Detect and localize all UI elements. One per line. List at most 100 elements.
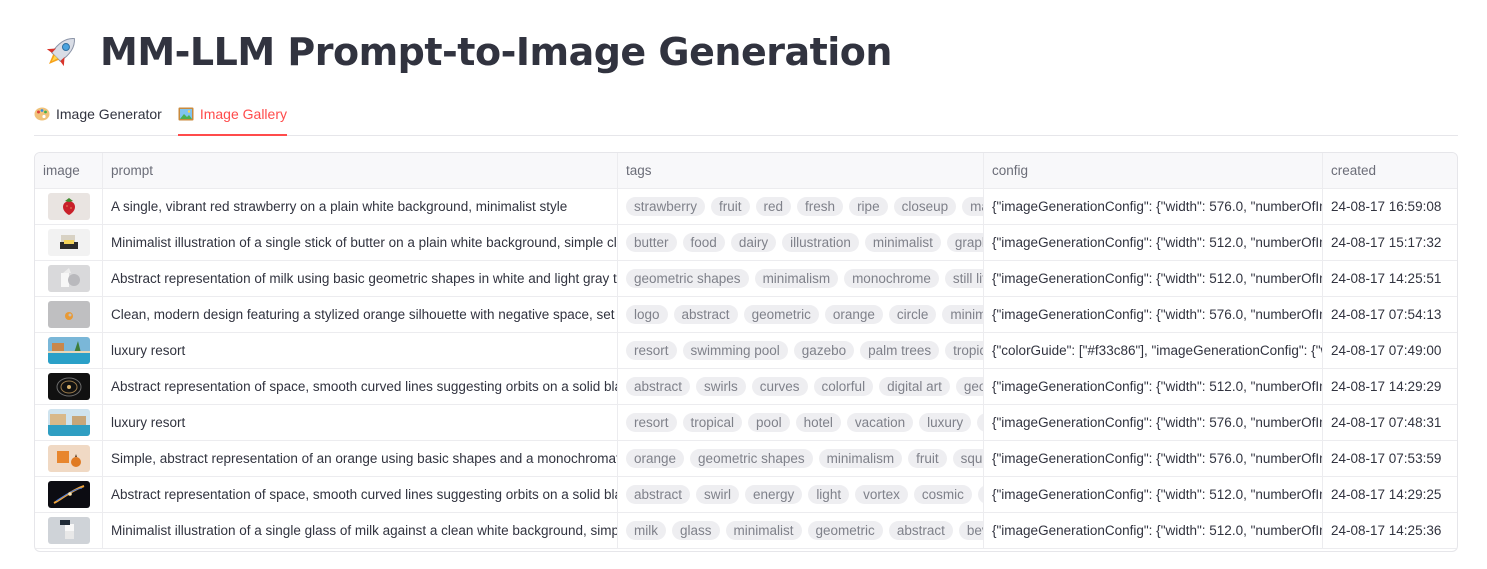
tag-pill: minimalism	[754, 269, 839, 288]
image-cell[interactable]	[35, 297, 103, 332]
tag-pill: abstract	[626, 377, 691, 396]
tag-pill: swirl	[696, 485, 740, 504]
config-cell[interactable]: {"imageGenerationConfig": {"width": 512.…	[984, 513, 1323, 548]
tab-label: Image Generator	[56, 106, 162, 122]
tag-pill: minimalist	[864, 233, 941, 252]
milk-glass-thumbnail	[47, 517, 90, 544]
created-cell[interactable]: 24-08-17 14:25:51	[1323, 261, 1457, 296]
tag-pill: dairy	[730, 233, 777, 252]
image-cell[interactable]	[35, 441, 103, 476]
tag-pill: fruit	[908, 449, 947, 468]
config-cell[interactable]: {"imageGenerationConfig": {"width": 576.…	[984, 297, 1323, 332]
prompt-cell[interactable]: Abstract representation of space, smooth…	[103, 369, 618, 404]
config-cell[interactable]: {"imageGenerationConfig": {"width": 512.…	[984, 369, 1323, 404]
tag-pill: resort	[626, 341, 677, 360]
tags-cell[interactable]: logo abstract geometric orange circle minima	[618, 297, 984, 332]
tag-pill: tropica	[945, 341, 983, 360]
column-header-config[interactable]: config	[984, 153, 1323, 188]
config-cell[interactable]: {"imageGenerationConfig": {"width": 512.…	[984, 477, 1323, 512]
gallery-table[interactable]: image prompt tags config created A singl…	[34, 152, 1458, 552]
tag-pill: cosmic	[913, 485, 972, 504]
prompt-cell[interactable]: Abstract representation of space, smooth…	[103, 477, 618, 512]
config-cell[interactable]: {"imageGenerationConfig": {"width": 576.…	[984, 189, 1323, 224]
tags-cell[interactable]: butter food dairy illustration minimalist gra…	[618, 225, 984, 260]
butter-thumbnail	[47, 229, 90, 256]
tag-pill: glass	[672, 521, 720, 540]
tag-pill: luxury	[919, 413, 972, 432]
created-cell[interactable]: 24-08-17 16:59:08	[1323, 189, 1457, 224]
table-row[interactable]: Simple, abstract representation of an or…	[35, 441, 1457, 477]
config-cell[interactable]: {"imageGenerationConfig": {"width": 576.…	[984, 441, 1323, 476]
image-cell[interactable]	[35, 477, 103, 512]
tag-pill: milk	[626, 521, 666, 540]
tag-pill: circle	[888, 305, 937, 324]
image-cell[interactable]	[35, 405, 103, 440]
table-row[interactable]: Abstract representation of milk using ba…	[35, 261, 1457, 297]
tag-pill: logo	[626, 305, 668, 324]
created-cell[interactable]: 24-08-17 15:17:32	[1323, 225, 1457, 260]
table-row[interactable]: Minimalist illustration of a single stic…	[35, 225, 1457, 261]
created-cell[interactable]: 24-08-17 14:29:25	[1323, 477, 1457, 512]
tag-pill: red	[755, 197, 792, 216]
tag-pill: mac	[962, 197, 983, 216]
table-row[interactable]: Abstract representation of space, smooth…	[35, 369, 1457, 405]
image-cell[interactable]	[35, 225, 103, 260]
image-cell[interactable]	[35, 261, 103, 296]
prompt-cell[interactable]: luxury resort	[103, 405, 618, 440]
tags-cell[interactable]: milk glass minimalist geometric abstract beve	[618, 513, 984, 548]
created-cell[interactable]: 24-08-17 07:48:31	[1323, 405, 1457, 440]
table-row[interactable]: Minimalist illustration of a single glas…	[35, 513, 1457, 549]
table-row[interactable]: Clean, modern design featuring a stylize…	[35, 297, 1457, 333]
image-cell[interactable]	[35, 333, 103, 368]
tags-cell[interactable]: orange geometric shapes minimalism fruit squ…	[618, 441, 984, 476]
created-cell[interactable]: 24-08-17 14:29:29	[1323, 369, 1457, 404]
prompt-cell[interactable]: Clean, modern design featuring a stylize…	[103, 297, 618, 332]
created-cell[interactable]: 24-08-17 07:49:00	[1323, 333, 1457, 368]
tag-pill: illustration	[782, 233, 859, 252]
prompt-cell[interactable]: Minimalist illustration of a single stic…	[103, 225, 618, 260]
tags-cell[interactable]: abstract swirls curves colorful digital art g…	[618, 369, 984, 404]
prompt-cell[interactable]: Minimalist illustration of a single glas…	[103, 513, 618, 548]
tags-cell[interactable]: resort tropical pool hotel vacation luxuryp	[618, 405, 984, 440]
tags-cell[interactable]: strawberry fruit red fresh ripe closeup mac	[618, 189, 984, 224]
image-cell[interactable]	[35, 189, 103, 224]
rocket-icon	[38, 29, 84, 75]
prompt-cell[interactable]: luxury resort	[103, 333, 618, 368]
column-header-created[interactable]: created	[1323, 153, 1457, 188]
image-cell[interactable]	[35, 513, 103, 548]
tags-cell[interactable]: resort swimming pool gazebo palm trees tropi…	[618, 333, 984, 368]
created-cell[interactable]: 24-08-17 07:53:59	[1323, 441, 1457, 476]
config-cell[interactable]: {"imageGenerationConfig": {"width": 512.…	[984, 225, 1323, 260]
column-header-prompt[interactable]: prompt	[103, 153, 618, 188]
tab-label: Image Gallery	[199, 106, 287, 122]
created-cell[interactable]: 24-08-17 07:54:13	[1323, 297, 1457, 332]
column-header-image[interactable]: image	[35, 153, 103, 188]
prompt-cell[interactable]: Simple, abstract representation of an or…	[103, 441, 618, 476]
framed-picture-icon	[178, 107, 194, 121]
tag-pill: graph	[946, 233, 983, 252]
table-row[interactable]: luxury resort resort tropical pool hotel vaca…	[35, 405, 1457, 441]
table-row[interactable]: Abstract representation of space, smooth…	[35, 477, 1457, 513]
table-row[interactable]: luxury resort resort swimming pool gazebo pa…	[35, 333, 1457, 369]
prompt-cell[interactable]: A single, vibrant red strawberry on a pl…	[103, 189, 618, 224]
tab-image-gallery[interactable]: Image Gallery	[177, 94, 288, 136]
column-header-tags[interactable]: tags	[618, 153, 984, 188]
image-cell[interactable]	[35, 369, 103, 404]
config-cell[interactable]: {"imageGenerationConfig": {"width": 512.…	[984, 261, 1323, 296]
tag-pill: butter	[626, 233, 677, 252]
config-cell[interactable]: {"colorGuide": ["#f33c86"], "imageGenera…	[984, 333, 1323, 368]
resort-2-thumbnail	[47, 409, 90, 436]
tab-image-generator[interactable]: Image Generator	[34, 94, 162, 134]
orange-silhouette-thumbnail	[47, 301, 90, 328]
tag-pill: colorful	[813, 377, 874, 396]
milk-shapes-thumbnail	[47, 265, 90, 292]
config-cell[interactable]: {"imageGenerationConfig": {"width": 576.…	[984, 405, 1323, 440]
tag-pill: geom	[955, 377, 983, 396]
tags-cell[interactable]: abstractswirlenergylightvortexcosmicsp	[618, 477, 984, 512]
tag-pill: geometric	[743, 305, 819, 324]
tag-pill: p	[977, 413, 983, 432]
tags-cell[interactable]: geometric shapes minimalism monochrome stil…	[618, 261, 984, 296]
table-row[interactable]: A single, vibrant red strawberry on a pl…	[35, 189, 1457, 225]
prompt-cell[interactable]: Abstract representation of milk using ba…	[103, 261, 618, 296]
created-cell[interactable]: 24-08-17 14:25:36	[1323, 513, 1457, 548]
